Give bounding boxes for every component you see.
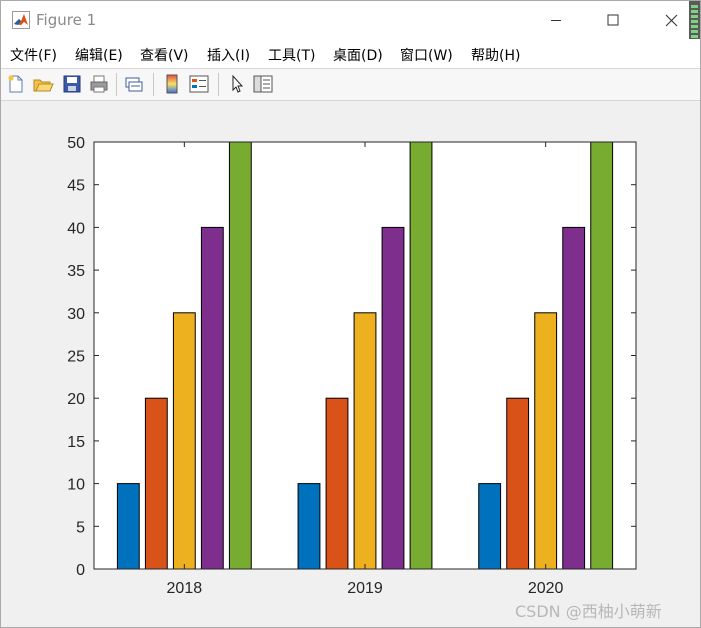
- bar-2020-series-1[interactable]: [478, 483, 502, 570]
- menu-bar: 文件(F) 编辑(E) 查看(V) 插入(I) 工具(T) 桌面(D) 窗口(W…: [1, 39, 700, 69]
- toolbar-separator: [218, 73, 219, 96]
- toolbar: [1, 69, 700, 101]
- window-title: Figure 1: [36, 11, 97, 29]
- maximize-icon: [607, 14, 619, 26]
- y-tick-label: 0: [76, 562, 85, 579]
- y-tick-label: 30: [67, 306, 85, 323]
- y-tick-label: 50: [67, 135, 85, 152]
- y-tick-label: 5: [76, 519, 85, 536]
- menu-window[interactable]: 窗口(W): [400, 45, 453, 65]
- open-file-icon[interactable]: [32, 73, 54, 95]
- bar-2020-series-3[interactable]: [534, 312, 558, 570]
- menu-file[interactable]: 文件(F): [10, 45, 57, 65]
- menu-tools[interactable]: 工具(T): [268, 45, 315, 65]
- new-figure-icon[interactable]: [5, 73, 27, 95]
- bar-2019-series-4[interactable]: [381, 226, 405, 570]
- property-inspector-icon[interactable]: [252, 73, 274, 95]
- title-bar[interactable]: Figure 1: [1, 1, 700, 39]
- bar-2018-series-4[interactable]: [200, 226, 224, 570]
- matlab-icon: [12, 11, 30, 29]
- bar-2019-series-2[interactable]: [325, 397, 349, 570]
- x-tick-label-2018: 2018: [167, 580, 203, 597]
- x-tick-label-2019: 2019: [347, 580, 383, 597]
- menu-insert[interactable]: 插入(I): [207, 45, 250, 65]
- y-tick-label: 25: [67, 349, 85, 366]
- minimize-button[interactable]: [536, 7, 576, 33]
- y-tick-label: 45: [67, 178, 85, 195]
- bar-2020-series-5[interactable]: [590, 141, 614, 570]
- save-icon[interactable]: [61, 73, 83, 95]
- y-tick-label: 40: [67, 220, 85, 237]
- menu-edit[interactable]: 编辑(E): [75, 45, 123, 65]
- minimize-icon: [551, 20, 561, 21]
- figure-canvas: 0 5 10 15 20 25 30 35 40 45 50 2018 2019 2020 CSDN @西…: [1, 101, 700, 627]
- watermark-text: CSDN @西柚小萌新: [515, 602, 662, 621]
- bar-2018-series-3[interactable]: [172, 312, 196, 570]
- y-tick-label: 20: [67, 391, 85, 408]
- y-tick-label: 15: [67, 434, 85, 451]
- toolbar-separator: [153, 73, 154, 96]
- menu-desktop[interactable]: 桌面(D): [333, 45, 383, 65]
- link-plot-icon[interactable]: [123, 73, 145, 95]
- y-tick-label: 10: [67, 477, 85, 494]
- close-icon: [665, 14, 677, 26]
- insert-colorbar-icon[interactable]: [161, 73, 183, 95]
- bar-2019-series-3[interactable]: [353, 312, 377, 570]
- menu-help[interactable]: 帮助(H): [471, 45, 520, 65]
- bar-chart[interactable]: 0 5 10 15 20 25 30 35 40 45 50 2018 2019 2020: [1, 101, 700, 627]
- select-arrow-icon[interactable]: [226, 73, 248, 95]
- x-tick-label-2020: 2020: [528, 580, 564, 597]
- close-button[interactable]: [651, 7, 691, 33]
- bar-2020-series-4[interactable]: [562, 226, 586, 570]
- y-tick-label: 35: [67, 263, 85, 280]
- bar-2019-series-5[interactable]: [409, 141, 433, 570]
- figure-window: Figure 1 文件(F) 编辑(E) 查看(V) 插入(I) 工具(T) 桌…: [0, 0, 701, 628]
- bar-2018-series-1[interactable]: [116, 483, 140, 570]
- insert-legend-icon[interactable]: [188, 73, 210, 95]
- bar-2018-series-2[interactable]: [144, 397, 168, 570]
- menu-view[interactable]: 查看(V): [140, 45, 189, 65]
- print-icon[interactable]: [88, 73, 110, 95]
- bar-2020-series-2[interactable]: [506, 397, 530, 570]
- bar-2018-series-5[interactable]: [228, 141, 252, 570]
- toolbar-separator: [116, 73, 117, 96]
- maximize-button[interactable]: [593, 7, 633, 33]
- bar-2019-series-1[interactable]: [297, 483, 321, 570]
